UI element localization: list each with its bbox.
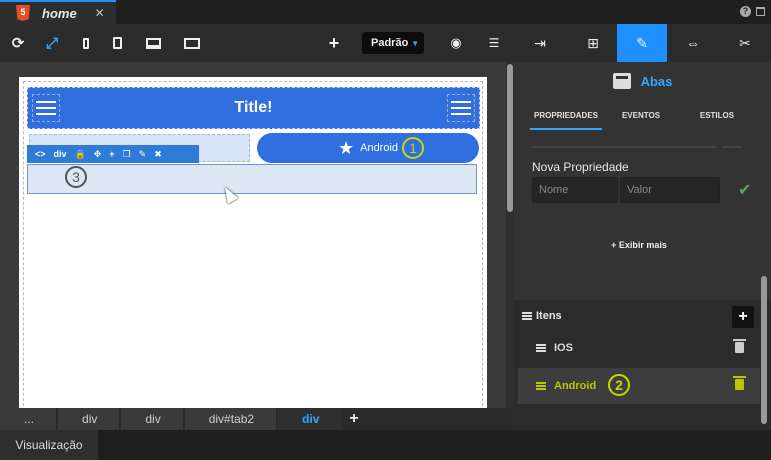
tab-events[interactable]: EVENTOS xyxy=(614,106,668,130)
import-icon[interactable]: ⇥ xyxy=(521,24,559,62)
items-section: Itens + IOS Android 2 xyxy=(514,300,771,430)
check-icon[interactable]: ✔ xyxy=(738,180,751,200)
move-icon[interactable]: ✥ xyxy=(94,149,102,160)
monitor-icon xyxy=(184,37,200,49)
tab-visualizacao[interactable]: Visualização xyxy=(0,430,98,460)
tab-home[interactable]: 5 home ✕ xyxy=(0,0,116,24)
list-item-selected[interactable]: Android 2 xyxy=(518,368,760,404)
breadcrumb-item-current[interactable]: div xyxy=(278,408,342,430)
close-icon[interactable]: ✕ xyxy=(95,6,105,20)
breadcrumb-item[interactable]: div#tab2 xyxy=(184,408,277,430)
resize-icon[interactable]: ⇔ xyxy=(674,24,712,62)
phone-view-button[interactable] xyxy=(78,24,94,62)
tab-title: home xyxy=(42,5,77,21)
items-header: Itens xyxy=(522,310,562,322)
trash-icon[interactable] xyxy=(733,376,746,390)
divider xyxy=(722,146,742,148)
help-icon[interactable]: ? xyxy=(740,6,751,17)
tab-properties[interactable]: PROPRIEDADES xyxy=(530,106,602,130)
breadcrumb: ... div div div#tab2 div + xyxy=(0,408,514,430)
selected-div[interactable] xyxy=(27,164,477,194)
component-title: Abas xyxy=(640,73,673,89)
monitor-view-button[interactable] xyxy=(182,24,202,62)
maximize-icon[interactable] xyxy=(756,7,765,16)
breadcrumb-item[interactable]: ... xyxy=(0,408,57,430)
desktop-icon xyxy=(145,37,161,49)
canvas-toolbar: ⟳ ⤢ + Padrão ▼ ◉ ☰ xyxy=(0,24,508,62)
panel-subtabs: PROPRIEDADES EVENTOS ESTILOS xyxy=(530,106,760,130)
eye-icon[interactable]: ◉ xyxy=(446,24,466,62)
breadcrumb-item[interactable]: div xyxy=(121,408,183,430)
component-header: Abas xyxy=(514,68,771,94)
pencil-icon[interactable]: ✎ xyxy=(617,24,667,62)
page-container[interactable] xyxy=(23,81,483,408)
list-item[interactable]: IOS xyxy=(518,331,760,365)
desktop-view-button[interactable] xyxy=(143,24,163,62)
tab-android-label: Android xyxy=(360,142,399,154)
callout-3: 3 xyxy=(65,166,87,188)
panel-scrollbar-thumb[interactable] xyxy=(761,276,767,424)
element-tag-label: div xyxy=(53,149,67,159)
remove-icon[interactable]: ✖ xyxy=(154,149,162,160)
new-property-label: Nova Propriedade xyxy=(532,160,629,174)
tree-icon[interactable]: ⊞ xyxy=(574,24,612,62)
design-canvas[interactable]: Title! ★ Android <> div 🔒 ✥ + ❐ ✎ ✖ 1 3 xyxy=(0,62,508,408)
fit-screen-button[interactable]: ⤢ xyxy=(42,24,62,62)
canvas-scrollbar-thumb[interactable] xyxy=(507,64,513,212)
element-toolbar: <> div 🔒 ✥ + ❐ ✎ ✖ xyxy=(27,145,199,163)
add-icon[interactable]: + xyxy=(349,410,358,428)
theme-select-value: Padrão xyxy=(371,37,409,49)
trash-icon[interactable] xyxy=(733,339,746,353)
callout-2: 2 xyxy=(608,374,630,396)
copy-icon[interactable]: ❐ xyxy=(123,149,131,160)
callout-1: 1 xyxy=(402,137,424,159)
tabs-component-icon xyxy=(612,73,631,89)
html5-icon: 5 xyxy=(16,5,30,21)
items-header-label: Itens xyxy=(536,310,562,322)
panel-scrollbar[interactable] xyxy=(760,276,768,426)
database-icon[interactable]: ☰ xyxy=(485,24,503,62)
list-icon xyxy=(536,382,546,390)
show-more-link[interactable]: + Exibir mais xyxy=(514,240,764,250)
list-icon xyxy=(522,312,532,320)
canvas-scrollbar[interactable] xyxy=(506,62,514,408)
star-icon: ★ xyxy=(337,138,355,158)
document-tab-bar: 5 home ✕ ? xyxy=(0,0,771,24)
add-component-button[interactable]: + xyxy=(324,24,344,62)
list-item-label: Android xyxy=(554,380,597,392)
list-icon xyxy=(536,344,546,352)
refresh-button[interactable]: ⟳ xyxy=(8,24,28,62)
list-item-label: IOS xyxy=(554,342,573,354)
breadcrumb-item[interactable]: div xyxy=(58,408,120,430)
magic-wand-icon[interactable]: ✎ xyxy=(139,149,147,160)
device-preview: Title! ★ Android <> div 🔒 ✥ + ❐ ✎ ✖ 1 3 xyxy=(19,77,487,408)
add-icon[interactable]: + xyxy=(109,149,114,159)
tab-android[interactable]: ★ Android xyxy=(257,133,479,163)
lock-icon[interactable]: 🔒 xyxy=(75,149,86,160)
menu-icon-right[interactable] xyxy=(447,94,475,122)
tab-styles[interactable]: ESTILOS xyxy=(692,106,742,130)
bottom-panel-bar: Visualização xyxy=(0,430,771,460)
theme-select[interactable]: Padrão ▼ xyxy=(362,32,424,54)
phone-icon xyxy=(83,37,89,49)
app-title: Title! xyxy=(234,99,273,116)
property-value-input[interactable]: Valor xyxy=(620,177,720,203)
caret-down-icon: ▼ xyxy=(411,38,420,48)
add-item-button[interactable]: + xyxy=(732,306,754,328)
app-header[interactable]: Title! xyxy=(27,87,480,129)
app-window: 5 home ✕ ? ⟳ ⤢ + Padrão ▼ ◉ ☰ Title! ★ A… xyxy=(0,0,771,460)
tablet-view-button[interactable] xyxy=(109,24,125,62)
property-name-input[interactable]: Nome xyxy=(532,177,618,203)
tools-icon[interactable]: ✂ xyxy=(726,24,764,62)
tablet-icon xyxy=(112,37,122,49)
divider xyxy=(532,146,716,148)
panel-tabs: ⇥ ⊞ ✎ ⇔ ✂ xyxy=(514,24,771,62)
properties-panel: ⇥ ⊞ ✎ ⇔ ✂ Abas PROPRIEDADES EVENTOS ESTI… xyxy=(514,24,771,430)
code-icon[interactable]: <> xyxy=(35,149,46,159)
